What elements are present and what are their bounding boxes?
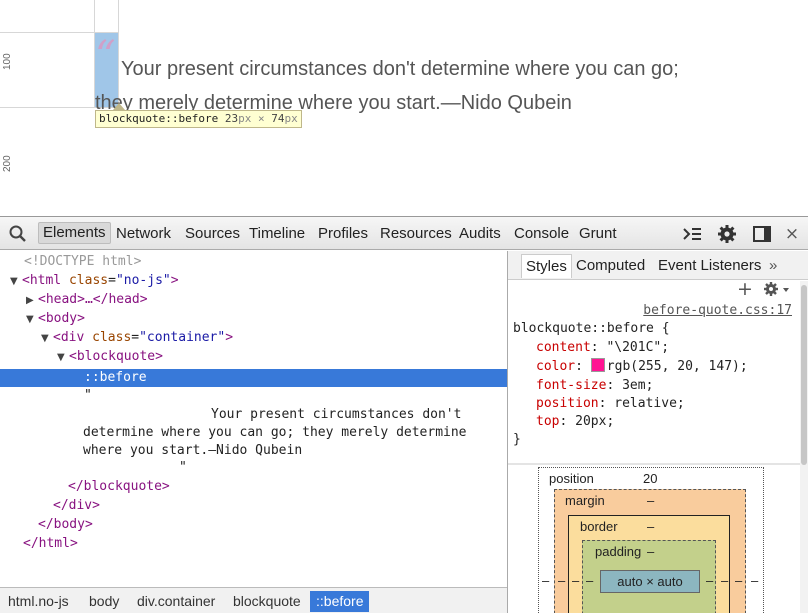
doctype-node[interactable]: <!DOCTYPE html> <box>24 252 141 271</box>
head-node[interactable]: ▶ <head>…</head> <box>26 290 148 309</box>
position-left-value[interactable]: – <box>542 573 549 588</box>
tooltip-height: 74 <box>271 112 285 125</box>
page-preview: 100 200 “ Your present circumstances don… <box>0 0 808 216</box>
breadcrumb: html.no-js body div.container blockquote… <box>0 587 507 613</box>
element-size-tooltip: blockquote::before 23px × 74px <box>95 110 302 128</box>
tab-audits[interactable]: Audits <box>459 223 501 245</box>
text-node-line[interactable]: Your present circumstances don't <box>211 406 461 424</box>
css-property[interactable]: color: rgb(255, 20, 147); <box>536 357 748 376</box>
margin-left-value[interactable]: – <box>558 573 565 588</box>
elements-tree: <!DOCTYPE html> ▼ <html class="no-js"> ▶ <… <box>0 251 507 587</box>
css-property[interactable]: position: relative; <box>536 394 685 413</box>
vertical-ruler: 100 200 <box>0 0 18 216</box>
collapse-triangle-icon[interactable]: ▶ <box>26 291 38 310</box>
css-property[interactable]: content: "\201C"; <box>536 338 669 357</box>
html-close-node[interactable]: </html> <box>23 534 78 553</box>
margin-top-value[interactable]: – <box>647 493 654 508</box>
ruler-mark: 100 <box>2 53 13 70</box>
html-node[interactable]: ▼ <html class="no-js"> <box>10 271 179 290</box>
stylesheet-source-link[interactable]: before-quote.css:17 <box>643 303 792 318</box>
tab-elements[interactable]: Elements <box>38 222 111 244</box>
expand-triangle-icon[interactable]: ▼ <box>26 310 38 329</box>
gear-icon[interactable] <box>716 224 738 244</box>
tab-timeline[interactable]: Timeline <box>249 223 305 245</box>
section-divider <box>508 463 808 465</box>
body-node[interactable]: ▼ <body> <box>26 309 85 328</box>
tooltip-arrow <box>113 103 125 110</box>
border-right-value[interactable]: – <box>721 573 728 588</box>
position-label: position <box>549 471 594 486</box>
padding-top-value[interactable]: – <box>647 544 654 559</box>
breadcrumb-before[interactable]: ::before <box>310 591 370 612</box>
dock-icon[interactable] <box>752 224 774 244</box>
blockquote-close-node[interactable]: </blockquote> <box>68 477 170 496</box>
css-rule: + before-quote.css:17 blockquote::before… <box>508 278 808 456</box>
tab-styles[interactable]: Styles <box>521 254 572 278</box>
css-property[interactable]: font-size: 3em; <box>536 376 653 395</box>
inspect-icon[interactable] <box>8 224 28 244</box>
expand-triangle-icon[interactable]: ▼ <box>57 348 69 367</box>
tooltip-unit: px <box>284 112 298 125</box>
tooltip-selector: blockquote::before <box>99 112 219 125</box>
tab-event-listeners[interactable]: Event Listeners <box>658 254 761 278</box>
text-node-line[interactable]: where you start.—Nido Qubein <box>83 442 302 460</box>
border-top-value[interactable]: – <box>647 519 654 534</box>
position-top-value[interactable]: 20 <box>643 471 657 486</box>
blockquote-node[interactable]: ▼ <blockquote> <box>57 347 163 366</box>
expand-triangle-icon[interactable]: ▼ <box>41 329 53 348</box>
div-close-node[interactable]: </div> <box>53 496 100 515</box>
expand-triangle-icon[interactable]: ▼ <box>10 272 22 291</box>
tab-profiles[interactable]: Profiles <box>318 223 368 245</box>
breadcrumb-body[interactable]: body <box>83 591 125 612</box>
text-node-quote[interactable]: " <box>179 459 187 477</box>
box-model-diagram: position 20 margin – border – padding – … <box>538 467 764 613</box>
tab-computed[interactable]: Computed <box>576 254 645 278</box>
add-rule-icon[interactable]: + <box>737 278 753 300</box>
styles-sidebar: Styles Computed Event Listeners » + befo… <box>507 251 808 613</box>
breadcrumb-html[interactable]: html.no-js <box>2 591 75 612</box>
close-icon[interactable]: × <box>784 224 800 244</box>
tab-console[interactable]: Console <box>514 223 569 245</box>
margin-label: margin <box>565 493 605 508</box>
gear-icon[interactable] <box>762 280 792 298</box>
border-left-value[interactable]: – <box>572 573 579 588</box>
tab-sources[interactable]: Sources <box>185 223 240 245</box>
rule-close-brace: } <box>513 432 521 447</box>
before-pseudo-label: ::before <box>84 370 147 385</box>
sidebar-tabs: Styles Computed Event Listeners » <box>508 251 808 280</box>
text-node-quote[interactable]: " <box>84 387 92 405</box>
breadcrumb-blockquote[interactable]: blockquote <box>227 591 307 612</box>
padding-right-value[interactable]: – <box>706 573 713 588</box>
more-tabs-chevron-icon[interactable]: » <box>769 254 777 278</box>
quote-line: Your present circumstances don't determi… <box>121 58 679 80</box>
ruler-mark: 200 <box>2 155 13 172</box>
tooltip-width: 23 <box>224 112 239 125</box>
margin-right-value[interactable]: – <box>735 573 742 588</box>
body-close-node[interactable]: </body> <box>38 515 93 534</box>
scrollbar-thumb[interactable] <box>801 285 807 465</box>
devtools-panel: Elements Network Sources Timeline Profil… <box>0 216 808 613</box>
div-node[interactable]: ▼ <div class="container"> <box>41 328 233 347</box>
console-drawer-icon[interactable] <box>680 224 704 244</box>
padding-label: padding <box>595 544 642 559</box>
box-content[interactable]: auto × auto <box>600 570 700 593</box>
css-property[interactable]: top: 20px; <box>536 412 614 431</box>
rule-selector[interactable]: blockquote::before { <box>513 319 670 338</box>
tab-grunt[interactable]: Grunt <box>579 223 617 245</box>
color-swatch[interactable] <box>590 358 605 372</box>
border-label: border <box>580 519 618 534</box>
devtools-toolbar: Elements Network Sources Timeline Profil… <box>0 217 808 250</box>
padding-left-value[interactable]: – <box>586 573 593 588</box>
tooltip-times: × <box>257 112 265 125</box>
selected-before-node[interactable]: ::before <box>0 369 507 387</box>
breadcrumb-div[interactable]: div.container <box>131 591 221 612</box>
tooltip-unit: px <box>238 112 252 125</box>
tab-resources[interactable]: Resources <box>380 223 452 245</box>
text-node-line[interactable]: determine where you can go; they merely … <box>83 424 467 442</box>
tab-network[interactable]: Network <box>116 223 171 245</box>
position-right-value[interactable]: – <box>751 573 758 588</box>
